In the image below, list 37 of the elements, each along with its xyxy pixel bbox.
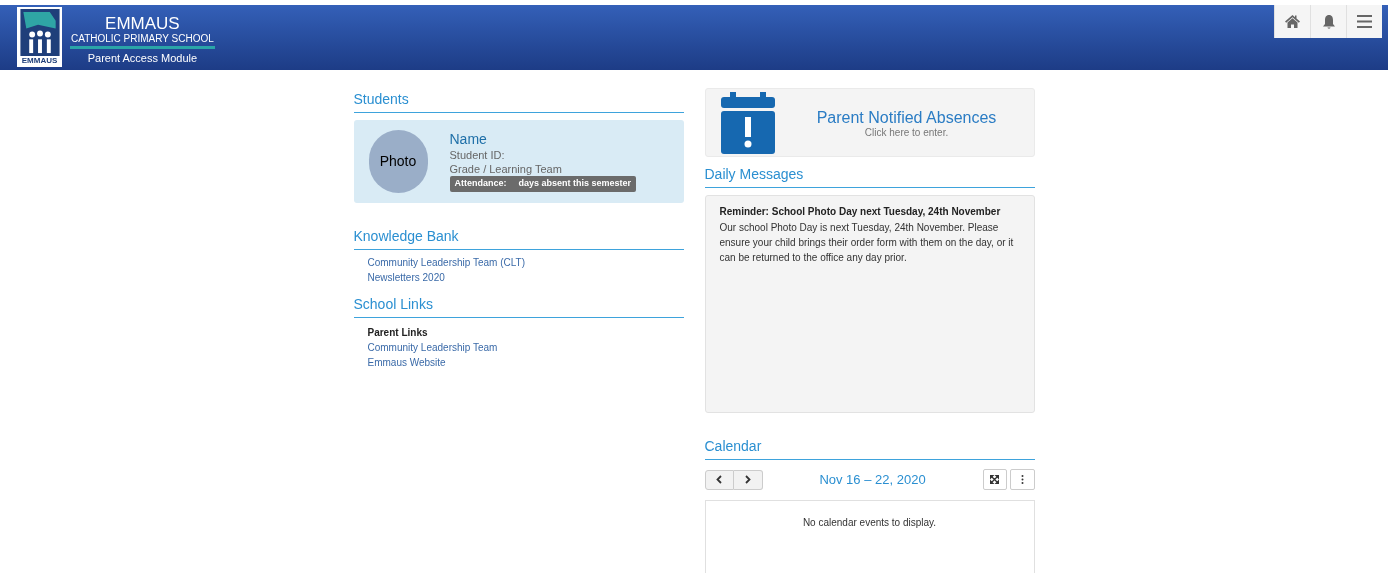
calendar-heading: Calendar <box>704 438 762 454</box>
knowledge-link[interactable]: Community Leadership Team (CLT) <box>367 255 525 270</box>
attendance-badge: Attendance: days absent this semester <box>449 176 637 192</box>
school-name: EMMAUS <box>105 14 180 33</box>
chevron-left-icon <box>716 475 722 484</box>
more-vertical-icon <box>1020 475 1024 484</box>
school-links-heading: School Links <box>353 296 433 312</box>
daily-messages-heading: Daily Messages <box>704 166 804 182</box>
calendar-range: Nov 16 – 22, 2020 <box>818 470 927 489</box>
message-title: Reminder: School Photo Day next Tuesday, 24th November <box>719 205 1002 219</box>
absences-title: Parent Notified Absences <box>816 107 997 127</box>
links-group-title: Parent Links <box>367 326 428 340</box>
home-icon <box>1284 14 1301 29</box>
bell-icon <box>1321 13 1336 30</box>
next-button[interactable] <box>733 469 763 490</box>
menu-icon <box>1357 15 1372 28</box>
school-subtitle: CATHOLIC PRIMARY SCHOOL <box>70 33 215 49</box>
students-heading: Students <box>353 91 409 107</box>
student-name: Name <box>449 131 487 149</box>
calendar-empty-message: No calendar events to display. <box>802 516 937 529</box>
expand-button[interactable] <box>982 469 1007 490</box>
message-body: Our school Photo Day is next Tuesday, 24th November. Please ensure your child brings their order form with them on the day, or it can be returned to the office any day prior. <box>719 221 1015 265</box>
photo-label: Photo <box>379 152 417 171</box>
student-id: Student ID: <box>449 148 505 163</box>
absences-card[interactable]: Parent Notified Absences Click here to enter. <box>704 88 1035 157</box>
student-grade: Grade / Learning Team <box>449 162 562 177</box>
logo-label: EMMAUS <box>21 56 58 65</box>
absences-subtitle: Click here to enter. <box>864 126 949 138</box>
calendar-alert-icon <box>720 91 775 154</box>
knowledge-bank-heading: Knowledge Bank <box>353 228 459 244</box>
previous-button[interactable] <box>704 469 734 490</box>
chevron-right-icon <box>744 475 751 484</box>
knowledge-link[interactable]: Newsletters 2020 <box>367 270 445 285</box>
school-link[interactable]: Community Leadership Team <box>367 340 498 355</box>
expand-icon <box>990 475 999 484</box>
module-name: Parent Access Module <box>87 51 198 65</box>
school-link[interactable]: Emmaus Website <box>367 355 446 370</box>
